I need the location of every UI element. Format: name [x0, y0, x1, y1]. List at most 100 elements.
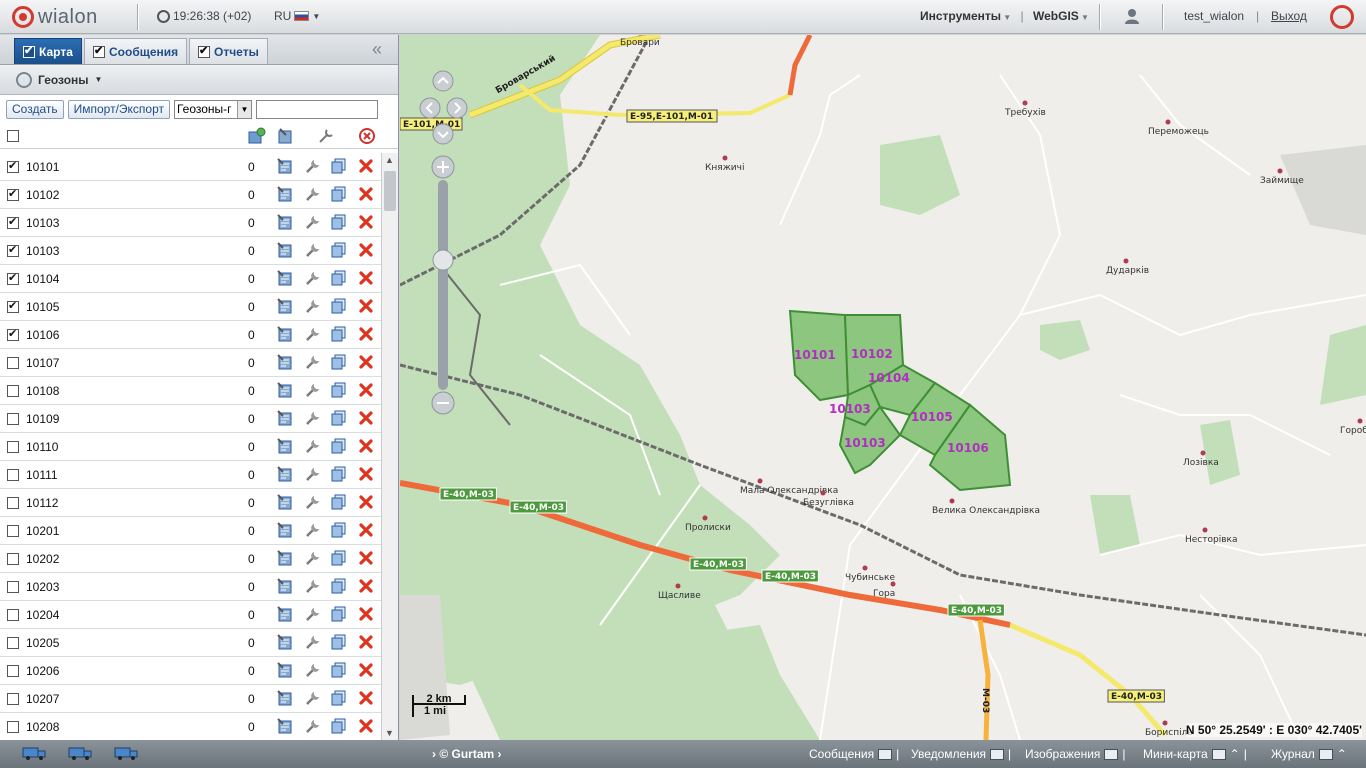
- edit-wrench-icon[interactable]: [305, 662, 321, 678]
- geofence-visibility-checkbox[interactable]: [7, 187, 19, 201]
- delete-icon[interactable]: [358, 494, 374, 510]
- properties-icon[interactable]: [277, 494, 293, 510]
- properties-icon[interactable]: [277, 158, 293, 174]
- footer-log[interactable]: Журнал ⌃: [1271, 747, 1347, 761]
- geofence-visibility-checkbox[interactable]: [7, 357, 19, 369]
- delete-icon[interactable]: [358, 242, 374, 258]
- logout-link[interactable]: Выход: [1271, 9, 1307, 23]
- delete-icon[interactable]: [358, 354, 374, 370]
- search-input[interactable]: [255, 99, 378, 119]
- geofence-row[interactable]: 10202 0: [0, 545, 381, 573]
- copy-icon[interactable]: [331, 242, 347, 258]
- properties-icon[interactable]: [277, 354, 293, 370]
- geofence-visibility-checkbox[interactable]: [7, 299, 19, 313]
- unit-tracks-truck-icon[interactable]: [114, 745, 140, 761]
- delete-icon[interactable]: [358, 214, 374, 230]
- delete-icon[interactable]: [358, 438, 374, 454]
- units-truck-icon[interactable]: [22, 745, 48, 761]
- list-scrollbar[interactable]: ▲ ▼: [381, 153, 398, 740]
- properties-icon[interactable]: [277, 410, 293, 426]
- geofence-visibility-checkbox[interactable]: [7, 469, 19, 481]
- geofence-visibility-checkbox[interactable]: [7, 553, 19, 565]
- edit-wrench-icon[interactable]: [305, 690, 321, 706]
- copy-icon[interactable]: [331, 186, 347, 202]
- properties-icon[interactable]: [277, 326, 293, 342]
- delete-icon[interactable]: [358, 382, 374, 398]
- delete-icon[interactable]: [358, 550, 374, 566]
- delete-icon[interactable]: [358, 270, 374, 286]
- geofence-visibility-checkbox[interactable]: [7, 525, 19, 537]
- language-switcher[interactable]: RU ▼: [274, 9, 320, 23]
- map-canvas[interactable]: Бровари Требухів Переможець Княжичі Займище Д…: [400, 35, 1366, 740]
- delete-icon[interactable]: [358, 718, 374, 734]
- geofence-row[interactable]: 10201 0: [0, 517, 381, 545]
- copy-icon[interactable]: [331, 466, 347, 482]
- copy-icon[interactable]: [331, 494, 347, 510]
- properties-icon[interactable]: [277, 634, 293, 650]
- select-all-checkbox[interactable]: [7, 130, 19, 142]
- footer-notifications[interactable]: Уведомления |: [911, 747, 1011, 761]
- geofence-row[interactable]: 10110 0: [0, 433, 381, 461]
- delete-icon[interactable]: [358, 634, 374, 650]
- geofence-row[interactable]: 10203 0: [0, 573, 381, 601]
- edit-wrench-icon[interactable]: [305, 214, 321, 230]
- collapse-panel-icon[interactable]: «: [372, 39, 382, 60]
- copy-icon[interactable]: [331, 718, 347, 734]
- geofence-row[interactable]: 10207 0: [0, 685, 381, 713]
- geofence-row[interactable]: 10106 0: [0, 321, 381, 349]
- edit-wrench-icon[interactable]: [305, 158, 321, 174]
- geofence-row[interactable]: 10109 0: [0, 405, 381, 433]
- geofence-visibility-checkbox[interactable]: [7, 215, 19, 229]
- footer-messages[interactable]: Сообщения |: [809, 747, 899, 761]
- tab-map[interactable]: Карта: [14, 38, 82, 64]
- map-navigation-control[interactable]: [418, 70, 470, 420]
- edit-wrench-icon[interactable]: [305, 382, 321, 398]
- edit-wrench-icon[interactable]: [305, 606, 321, 622]
- geofence-visibility-checkbox[interactable]: [7, 665, 19, 677]
- copy-icon[interactable]: [331, 522, 347, 538]
- delete-icon[interactable]: [358, 606, 374, 622]
- copy-icon[interactable]: [331, 298, 347, 314]
- tab-messages[interactable]: Сообщения: [84, 38, 188, 64]
- properties-icon[interactable]: [277, 466, 293, 482]
- geofence-row[interactable]: 10101 0: [0, 153, 381, 181]
- properties-icon[interactable]: [277, 298, 293, 314]
- geofence-row[interactable]: 10103 0: [0, 209, 381, 237]
- geofence-row[interactable]: 10102 0: [0, 181, 381, 209]
- delete-icon[interactable]: [358, 326, 374, 342]
- delete-icon[interactable]: [358, 186, 374, 202]
- copy-icon[interactable]: [331, 606, 347, 622]
- delete-icon[interactable]: [358, 298, 374, 314]
- delete-icon[interactable]: [358, 690, 374, 706]
- geofence-row[interactable]: 10111 0: [0, 461, 381, 489]
- footer-images[interactable]: Изображения |: [1025, 747, 1126, 761]
- delete-all-icon[interactable]: [358, 127, 376, 145]
- zoom-slider-handle[interactable]: [432, 249, 454, 271]
- pan-left-icon[interactable]: [419, 97, 441, 119]
- wrench-column-icon[interactable]: [317, 127, 335, 145]
- geofence-visibility-checkbox[interactable]: [7, 413, 19, 425]
- copy-icon[interactable]: [331, 438, 347, 454]
- copy-icon[interactable]: [331, 214, 347, 230]
- properties-icon[interactable]: [277, 382, 293, 398]
- geofence-row[interactable]: 10108 0: [0, 377, 381, 405]
- delete-icon[interactable]: [358, 578, 374, 594]
- properties-icon[interactable]: [277, 662, 293, 678]
- properties-icon[interactable]: [277, 214, 293, 230]
- tab-reports-checkbox[interactable]: [198, 44, 210, 58]
- pan-down-icon[interactable]: [432, 123, 454, 145]
- geofence-row[interactable]: 10206 0: [0, 657, 381, 685]
- footer-minimap[interactable]: Мини-карта ⌃ |: [1143, 747, 1247, 761]
- copy-icon[interactable]: [331, 578, 347, 594]
- properties-icon[interactable]: [277, 606, 293, 622]
- copy-icon[interactable]: [331, 326, 347, 342]
- create-button[interactable]: Создать: [6, 99, 64, 119]
- geofence-group-select[interactable]: Геозоны-г ▼: [173, 99, 252, 119]
- geofence-visibility-checkbox[interactable]: [7, 721, 19, 733]
- geofence-visibility-checkbox[interactable]: [7, 497, 19, 509]
- count-column-icon[interactable]: [248, 127, 266, 145]
- geofence-visibility-checkbox[interactable]: [7, 385, 19, 397]
- edit-wrench-icon[interactable]: [305, 522, 321, 538]
- properties-column-icon[interactable]: [277, 127, 295, 145]
- edit-wrench-icon[interactable]: [305, 578, 321, 594]
